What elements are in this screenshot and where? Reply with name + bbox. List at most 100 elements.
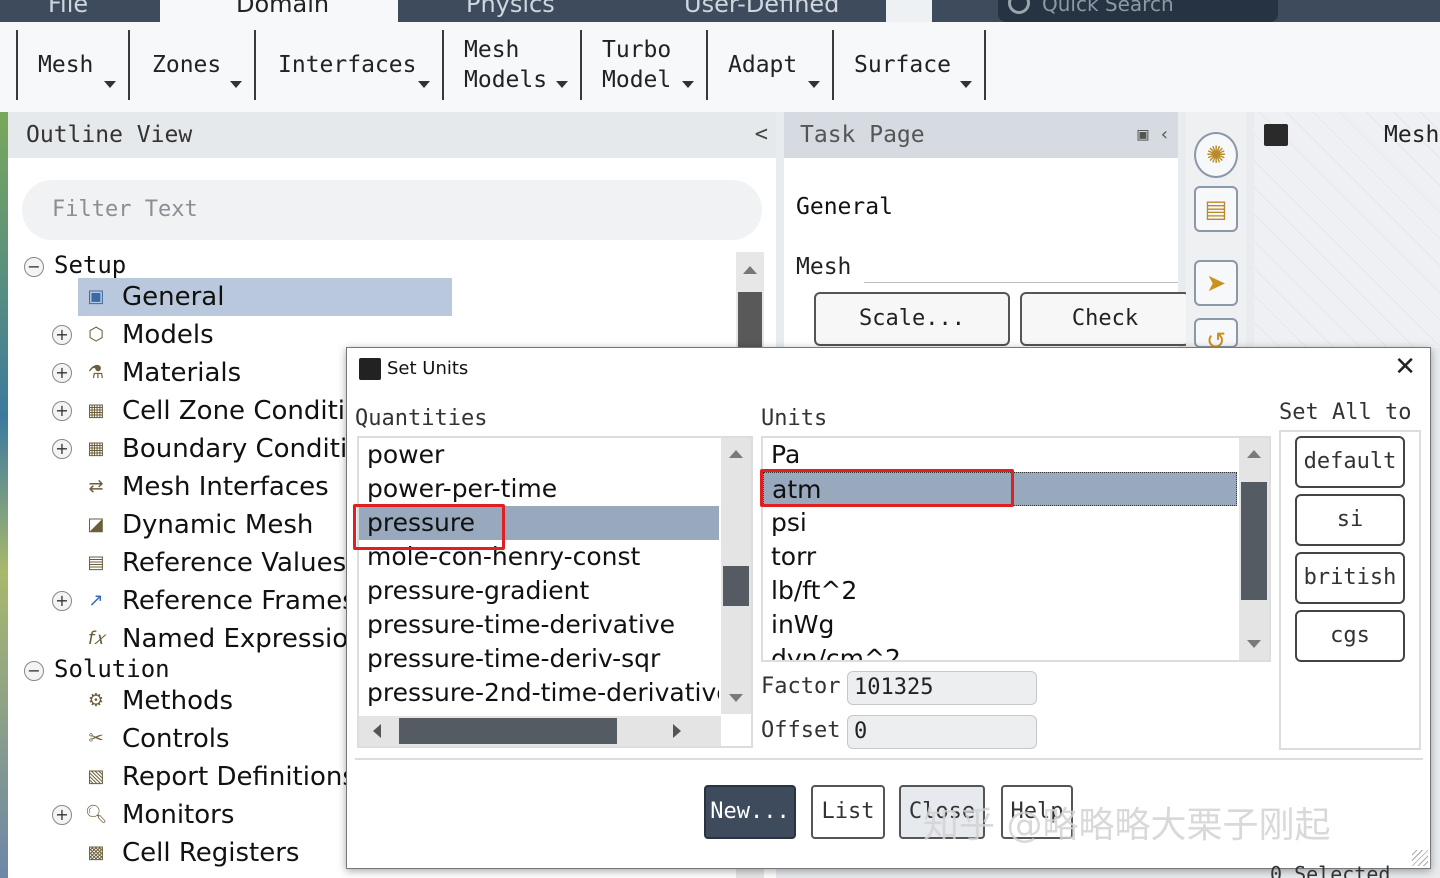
panel-controls-icon[interactable]: ▣ ‹: [1137, 112, 1170, 158]
tab-domain[interactable]: Domain: [160, 0, 398, 22]
close-icon[interactable]: ✕: [1394, 352, 1416, 382]
collapse-panel-icon[interactable]: <: [755, 112, 768, 158]
tree-item-methods[interactable]: ⚙ Methods: [84, 682, 233, 720]
tree-item-label: Methods: [122, 686, 234, 716]
scroll-thumb[interactable]: [738, 292, 762, 352]
resize-grip-icon[interactable]: [1412, 850, 1428, 866]
scale-button[interactable]: Scale...: [814, 292, 1010, 346]
tree-item-models[interactable]: ⬡ Models: [84, 316, 213, 354]
scroll-thumb[interactable]: [723, 566, 749, 606]
tree-item-controls[interactable]: ✂ Controls: [84, 720, 229, 758]
unit-item[interactable]: lb/ft^2: [763, 574, 1237, 608]
view-box-icon[interactable]: ▤: [1194, 186, 1238, 232]
unit-item[interactable]: Pa: [763, 438, 1237, 472]
mesh-display-icon[interactable]: ✺: [1194, 132, 1238, 178]
tree-item-dynamic-mesh[interactable]: ◪ Dynamic Mesh: [84, 506, 313, 544]
tree-item-mesh-interfaces[interactable]: ⇄ Mesh Interfaces: [84, 468, 328, 506]
si-button[interactable]: si: [1295, 494, 1405, 546]
rotate-icon[interactable]: ↺: [1194, 318, 1238, 355]
default-button-label: default: [1303, 449, 1397, 474]
british-button[interactable]: british: [1295, 552, 1405, 604]
expand-icon[interactable]: +: [52, 325, 72, 345]
quick-search-input[interactable]: Quick Search: [998, 0, 1278, 22]
units-vscroll[interactable]: [1239, 438, 1269, 660]
cgs-button[interactable]: cgs: [1295, 610, 1405, 662]
tree-item-general[interactable]: ▣ General: [78, 278, 452, 316]
scroll-up-icon[interactable]: [743, 266, 757, 274]
outline-view-title: Outline View: [26, 122, 193, 148]
unit-item[interactable]: torr: [763, 540, 1237, 574]
chevron-down-icon: [230, 81, 242, 88]
quantities-list[interactable]: power power-per-time pressure mole-con-h…: [357, 436, 753, 748]
ribbon-zones-label: Zones: [152, 52, 222, 78]
check-button[interactable]: Check: [1020, 292, 1190, 346]
scroll-right-icon[interactable]: [673, 724, 681, 738]
quantity-item[interactable]: pressure-gradient: [359, 574, 719, 608]
controls-icon: ✂: [88, 728, 104, 749]
quantity-item[interactable]: pressure-time-derivative: [359, 608, 719, 642]
collapse-icon[interactable]: −: [24, 661, 44, 681]
factor-input[interactable]: 101325: [847, 671, 1037, 705]
expand-icon[interactable]: +: [52, 591, 72, 611]
scroll-down-icon[interactable]: [1247, 640, 1261, 648]
scroll-thumb[interactable]: [1241, 482, 1267, 600]
scroll-down-icon[interactable]: [729, 694, 743, 702]
pointer-icon[interactable]: ➤: [1194, 260, 1238, 306]
tree-item-reference-values[interactable]: ▤ Reference Values: [84, 544, 346, 582]
general-icon: ▣: [87, 286, 105, 307]
cell-zone-icon: ▦: [87, 400, 105, 421]
scroll-left-icon[interactable]: [373, 724, 381, 738]
graphics-title: Mesh: [1384, 122, 1440, 148]
ribbon-mesh-label: Mesh: [38, 52, 94, 78]
graphics-window-icon: [1264, 124, 1288, 146]
ribbon-turbo-model[interactable]: Turbo Model: [582, 30, 708, 100]
tree-item-monitors[interactable]: 🔍︎ Monitors: [84, 796, 235, 834]
ribbon-surface[interactable]: Surface: [834, 30, 986, 100]
tree-item-report-definitions[interactable]: ▧ Report Definitions: [84, 758, 355, 796]
tree-item-cell-zone-conditions[interactable]: ▦ Cell Zone Conditions: [84, 392, 390, 430]
collapse-icon[interactable]: −: [24, 257, 44, 277]
ribbon-adapt[interactable]: Adapt: [708, 30, 834, 100]
quantity-item[interactable]: pressure-2nd-time-derivative: [359, 676, 719, 710]
offset-input[interactable]: 0: [847, 715, 1037, 749]
scroll-thumb[interactable]: [399, 718, 617, 744]
new-button[interactable]: New...: [704, 785, 796, 839]
expand-icon[interactable]: +: [52, 439, 72, 459]
scroll-up-icon[interactable]: [729, 450, 743, 458]
quantity-item[interactable]: power: [359, 438, 719, 472]
ribbon-mesh-models-label: Mesh Models: [464, 37, 548, 93]
expand-icon[interactable]: +: [52, 363, 72, 383]
tree-setup-label: Setup: [54, 251, 127, 279]
tree-item-materials[interactable]: ⚗ Materials: [84, 354, 241, 392]
default-button[interactable]: default: [1295, 436, 1405, 488]
unit-item[interactable]: dyn/cm^2: [763, 642, 1237, 660]
list-button[interactable]: List: [811, 785, 885, 839]
scroll-up-icon[interactable]: [1247, 450, 1261, 458]
chevron-down-icon: [104, 81, 116, 88]
expand-icon[interactable]: +: [52, 805, 72, 825]
unit-item[interactable]: psi: [763, 506, 1237, 540]
ribbon-zones[interactable]: Zones: [130, 30, 256, 100]
quantities-hscroll[interactable]: [359, 716, 721, 746]
tree-item-cell-registers[interactable]: ▩ Cell Registers: [84, 834, 299, 872]
chevron-down-icon: [682, 81, 694, 88]
ribbon-mesh[interactable]: Mesh: [18, 30, 130, 100]
selection-status: 0 Selected: [1270, 862, 1391, 878]
tab-user-defined[interactable]: User-Defined: [636, 0, 886, 22]
expand-icon[interactable]: +: [52, 401, 72, 421]
unit-item[interactable]: inWg: [763, 608, 1237, 642]
filter-text-input[interactable]: Filter Text: [22, 180, 762, 240]
graphics-window[interactable]: Mesh: [1254, 112, 1440, 348]
materials-icon: ⚗: [87, 362, 105, 383]
quantity-item[interactable]: power-per-time: [359, 472, 719, 506]
quantities-vscroll[interactable]: [721, 438, 751, 714]
tree-item-reference-frames[interactable]: ↗ Reference Frames: [84, 582, 355, 620]
ribbon-mesh-models[interactable]: Mesh Models: [444, 30, 582, 100]
tab-physics[interactable]: Physics: [398, 0, 636, 22]
methods-icon: ⚙: [87, 690, 105, 711]
tab-file[interactable]: File: [0, 0, 160, 22]
chevron-down-icon: [808, 81, 820, 88]
quantity-item[interactable]: pressure-time-deriv-sqr: [359, 642, 719, 676]
dialog-title: Set Units: [387, 358, 469, 379]
ribbon-interfaces[interactable]: Interfaces: [256, 30, 444, 100]
